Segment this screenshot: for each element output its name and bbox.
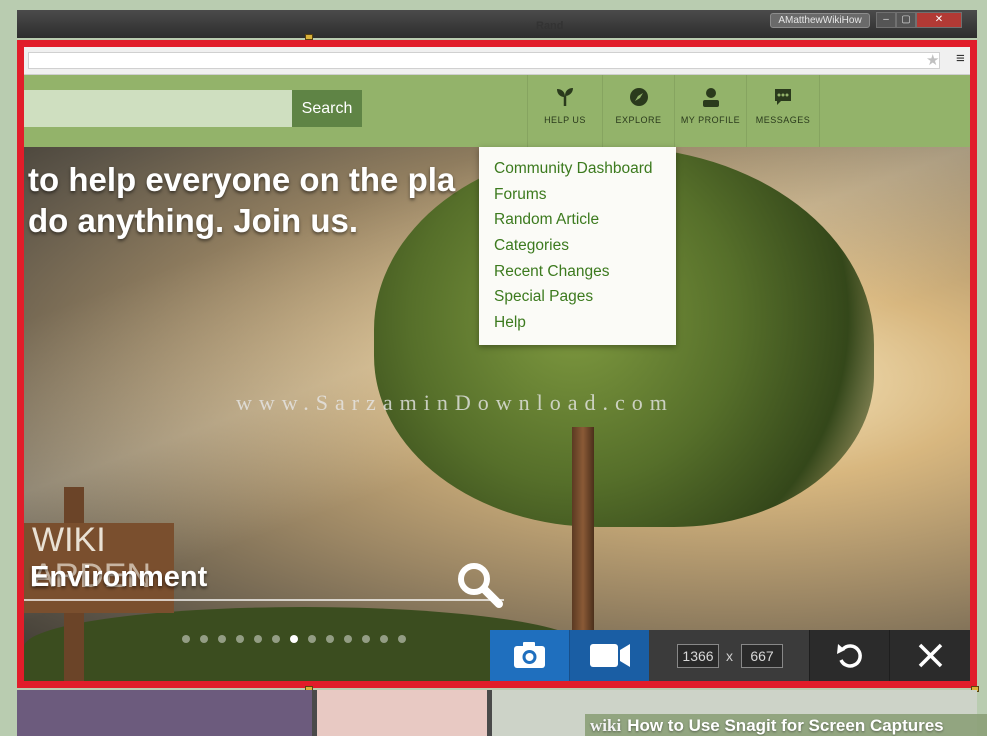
menu-item-community-dashboard[interactable]: Community Dashboard bbox=[479, 160, 676, 186]
section-title[interactable]: Environment bbox=[30, 561, 207, 594]
dimension-separator: x bbox=[726, 648, 733, 664]
image-capture-button[interactable] bbox=[490, 630, 569, 681]
url-input[interactable] bbox=[28, 52, 940, 69]
menu-item-categories[interactable]: Categories bbox=[479, 237, 676, 263]
bookmark-star-icon[interactable]: ★ bbox=[926, 51, 939, 69]
dimension-fields: 1366 x 667 bbox=[649, 630, 809, 681]
scroll-thumb[interactable] bbox=[974, 95, 977, 215]
close-window-button[interactable]: ✕ bbox=[916, 12, 962, 28]
browser-menu-icon[interactable]: ≡ bbox=[956, 50, 965, 67]
camera-icon bbox=[514, 642, 545, 668]
wikihow-logo-text: wiki bbox=[590, 716, 622, 735]
nav-label: EXPLORE bbox=[615, 115, 662, 125]
carousel-dot[interactable] bbox=[182, 635, 190, 643]
carousel-dot[interactable] bbox=[398, 635, 406, 643]
menu-item-help[interactable]: Help bbox=[479, 314, 676, 340]
article-title-text: How to Use Snagit for Screen Captures bbox=[627, 716, 944, 735]
thumbnail-middle bbox=[317, 690, 487, 736]
undo-icon bbox=[837, 644, 862, 668]
menu-item-recent-changes[interactable]: Recent Changes bbox=[479, 263, 676, 289]
article-title: wiki How to Use Snagit for Screen Capture… bbox=[590, 716, 944, 736]
resize-handle-top[interactable] bbox=[305, 34, 313, 40]
screen: AMatthewWikiHow – ▢ ✕ ★ ≡ Search HELP US bbox=[0, 0, 987, 736]
capture-region[interactable]: ★ ≡ Search HELP US EXPLORE MY PROFILE ME… bbox=[17, 40, 977, 688]
hero-headline: to help everyone on the pla do anything.… bbox=[28, 161, 456, 239]
watermark-text: www.SarzaminDownload.com bbox=[236, 390, 674, 415]
compass-icon bbox=[629, 88, 648, 106]
browser-address-bar: ★ ≡ bbox=[24, 47, 970, 75]
nav-label: HELP US bbox=[544, 115, 586, 125]
carousel-dot[interactable] bbox=[218, 635, 226, 643]
cancel-capture-button[interactable] bbox=[889, 630, 970, 681]
carousel-dot[interactable] bbox=[236, 635, 244, 643]
snagit-capture-toolbar: 1366 x 667 bbox=[490, 630, 970, 681]
menu-item-forums[interactable]: Forums bbox=[479, 186, 676, 212]
minimize-button[interactable]: – bbox=[876, 12, 896, 28]
profile-icon bbox=[702, 88, 719, 107]
width-field[interactable]: 1366 bbox=[677, 644, 719, 668]
carousel-dot[interactable] bbox=[344, 635, 352, 643]
carousel-dot[interactable] bbox=[308, 635, 316, 643]
carousel-dot[interactable] bbox=[362, 635, 370, 643]
carousel-dot[interactable] bbox=[254, 635, 262, 643]
section-underline bbox=[24, 599, 504, 601]
nav-explore[interactable]: EXPLORE bbox=[602, 75, 674, 147]
site-navbar: Search HELP US EXPLORE MY PROFILE MESSAG… bbox=[24, 75, 970, 147]
search-icon[interactable] bbox=[454, 559, 504, 609]
explore-dropdown: Community Dashboard Forums Random Articl… bbox=[479, 147, 676, 345]
partial-link-text: Rand bbox=[536, 20, 564, 32]
site-search-input[interactable] bbox=[24, 90, 292, 127]
window-controls: – ▢ ✕ bbox=[876, 12, 962, 28]
maximize-button[interactable]: ▢ bbox=[896, 12, 916, 28]
sprout-icon bbox=[557, 88, 573, 106]
carousel-dot[interactable] bbox=[200, 635, 208, 643]
video-capture-button[interactable] bbox=[569, 630, 649, 681]
reset-selection-button[interactable] bbox=[809, 630, 889, 681]
close-icon bbox=[918, 643, 943, 668]
nav-label: MY PROFILE bbox=[680, 115, 741, 125]
thumbnail-left bbox=[17, 690, 312, 736]
nav-my-profile[interactable]: MY PROFILE bbox=[674, 75, 746, 147]
nav-messages[interactable]: MESSAGES bbox=[746, 75, 820, 147]
user-badge[interactable]: AMatthewWikiHow bbox=[770, 13, 870, 28]
page-scrollbar[interactable] bbox=[970, 75, 977, 675]
carousel-dot[interactable] bbox=[290, 635, 298, 643]
chat-bubble-icon bbox=[775, 89, 791, 105]
carousel-dot[interactable] bbox=[326, 635, 334, 643]
search-button[interactable]: Search bbox=[292, 90, 362, 127]
nav-label: MESSAGES bbox=[755, 115, 811, 125]
height-field[interactable]: 667 bbox=[741, 644, 783, 668]
nav-help-us[interactable]: HELP US bbox=[527, 75, 602, 147]
carousel-dots bbox=[182, 635, 406, 643]
carousel-dot[interactable] bbox=[380, 635, 388, 643]
carousel-dot[interactable] bbox=[272, 635, 280, 643]
video-camera-icon bbox=[590, 644, 630, 667]
menu-item-special-pages[interactable]: Special Pages bbox=[479, 288, 676, 314]
menu-item-random-article[interactable]: Random Article bbox=[479, 211, 676, 237]
sign-text-top: WIKI bbox=[32, 521, 106, 559]
